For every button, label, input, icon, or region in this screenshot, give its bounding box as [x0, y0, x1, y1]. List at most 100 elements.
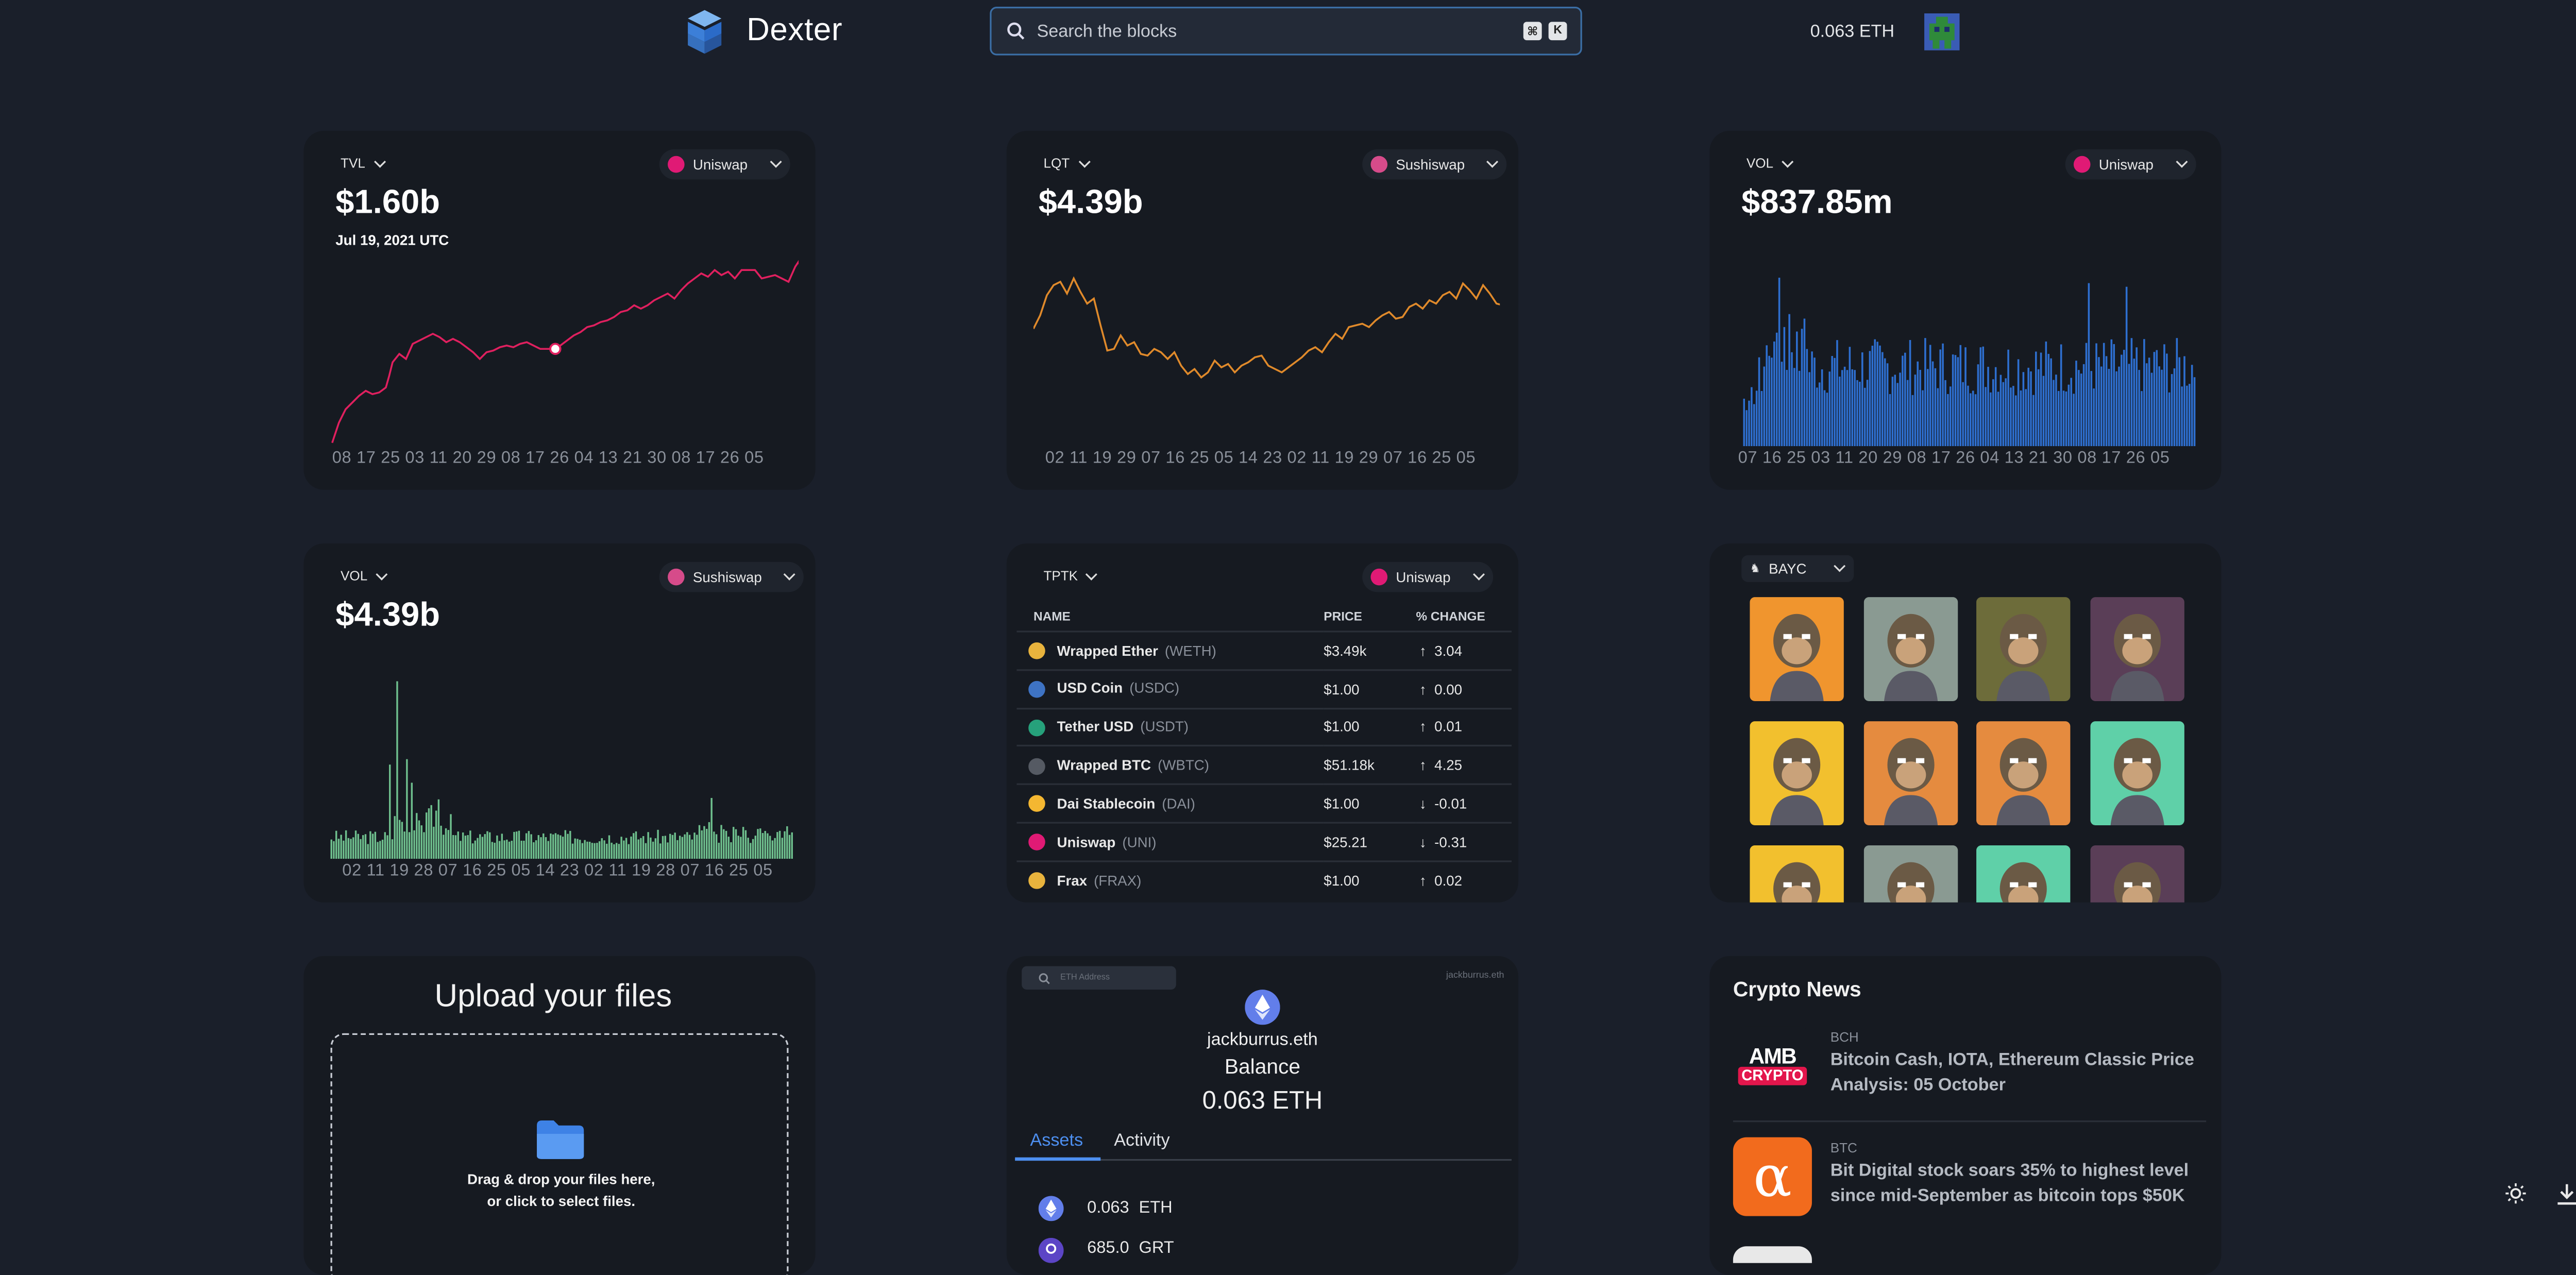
search-bar[interactable]: Search the blocks ⌘ K [990, 7, 1582, 56]
volume-bar [557, 834, 559, 859]
uniswap-icon [1370, 568, 1388, 586]
lqt-selector[interactable]: LQT [1043, 155, 1090, 171]
volume-bar [562, 837, 564, 859]
vol-sushiswap-bar-chart[interactable] [330, 677, 794, 859]
vol-sushiswap-selector[interactable]: VOL [341, 568, 388, 584]
nft-thumbnail[interactable] [1750, 845, 1844, 903]
volume-bar [384, 832, 386, 859]
theme-toggle-sun-icon[interactable] [2505, 1182, 2527, 1204]
token-row[interactable]: Wrapped Ether (WETH) $3.49k ↑ 3.04 [1016, 631, 1512, 670]
tvl-date: Jul 19, 2021 UTC [335, 231, 449, 248]
volume-bar [1970, 393, 1972, 447]
volume-bar [781, 838, 784, 859]
vol-sushiswap-dex-dropdown[interactable]: Sushiswap [659, 562, 804, 592]
col-name: NAME [1033, 608, 1071, 624]
change-arrow-icon: ↑ [1419, 757, 1427, 774]
tptk-selector[interactable]: TPTK [1043, 568, 1098, 584]
nft-thumbnail[interactable] [1750, 597, 1844, 702]
token-symbol: (FRAX) [1094, 871, 1142, 889]
token-row[interactable]: Dai Stablecoin (DAI) $1.00 ↓ -0.01 [1016, 784, 1512, 823]
volume-bar [2062, 390, 2065, 447]
dexter-logo-icon[interactable] [686, 10, 723, 54]
token-row[interactable]: USD Coin (USDC) $1.00 ↑ 0.00 [1016, 669, 1512, 708]
asset-row-eth[interactable]: 0.063 ETH [1087, 1199, 1172, 1218]
nft-thumbnail[interactable] [2089, 721, 2184, 825]
nft-thumbnail[interactable] [1976, 721, 2071, 825]
asset-row-grt[interactable]: 685.0 GRT [1087, 1239, 1174, 1258]
lqt-dex-dropdown[interactable]: Sushiswap [1362, 149, 1507, 180]
token-row[interactable]: Wrapped BTC (WBTC) $51.18k ↑ 4.25 [1016, 745, 1512, 785]
nft-thumbnail[interactable] [1976, 845, 2071, 903]
volume-bar [457, 831, 459, 859]
brand-name[interactable]: Dexter [747, 13, 842, 50]
tvl-line-chart[interactable] [329, 255, 799, 453]
nft-thumbnail[interactable] [1976, 597, 2071, 702]
tvl-dex-dropdown[interactable]: Uniswap [659, 149, 790, 180]
tptk-dex-dropdown[interactable]: Uniswap [1362, 562, 1493, 592]
token-price: $51.18k [1324, 745, 1416, 785]
volume-bar [706, 828, 708, 859]
volume-bar [2055, 375, 2057, 447]
volume-bar [488, 832, 491, 859]
volume-bar [2105, 356, 2108, 447]
news-item[interactable]: α BTC Bit Digital stock soars 35% to hig… [1733, 1137, 2206, 1231]
volume-bar [2030, 371, 2032, 447]
volume-bar [674, 832, 676, 859]
token-icon [1028, 642, 1045, 660]
address-search-input[interactable]: ETH Address [1022, 966, 1176, 990]
nft-thumbnail[interactable] [1863, 721, 1957, 825]
volume-bar [513, 831, 515, 859]
volume-bar [1795, 331, 1798, 447]
tvl-selector[interactable]: TVL [341, 155, 386, 171]
token-name: Wrapped BTC [1057, 756, 1151, 773]
volume-bar [2032, 395, 2035, 447]
file-dropzone[interactable]: Drag & drop your files here, or click to… [330, 1033, 789, 1275]
token-row[interactable]: Uniswap (UNI) $25.21 ↓ -0.31 [1016, 822, 1512, 861]
volume-bar [403, 831, 405, 859]
nft-thumbnail[interactable] [1750, 721, 1844, 825]
vol-uniswap-value: $837.85m [1741, 184, 1893, 222]
volume-bar [2022, 372, 2025, 447]
volume-bar [443, 835, 445, 859]
tab-activity[interactable]: Activity [1114, 1131, 1170, 1151]
volume-bar [345, 830, 347, 859]
download-icon[interactable] [2555, 1182, 2576, 1206]
nft-thumbnail[interactable] [1863, 597, 1957, 702]
volume-bar [477, 838, 479, 859]
volume-bar [418, 820, 420, 859]
volume-bar [642, 836, 645, 859]
token-change: ↓ -0.31 [1416, 822, 1512, 861]
volume-bar [740, 837, 742, 859]
volume-bar [2143, 339, 2145, 447]
nft-thumbnail[interactable] [1863, 845, 1957, 903]
volume-bar [669, 834, 671, 859]
header-balance: 0.063 ETH [1810, 22, 1895, 42]
volume-bar [723, 829, 725, 859]
volume-bar [1949, 386, 1952, 447]
volume-bar [1760, 391, 1763, 447]
lqt-line-chart[interactable] [1033, 262, 1500, 396]
token-row[interactable]: Tether USD (USDT) $1.00 ↑ 0.01 [1016, 707, 1512, 746]
volume-bar [2168, 392, 2171, 447]
tab-assets[interactable]: Assets [1030, 1131, 1083, 1151]
token-symbol: (UNI) [1122, 832, 1157, 850]
volume-bar [2133, 359, 2136, 447]
volume-bar [1964, 347, 1967, 447]
volume-bar [2178, 357, 2181, 447]
nft-thumbnail[interactable] [2089, 597, 2184, 702]
vol-uniswap-dex-dropdown[interactable]: Uniswap [2065, 149, 2196, 180]
volume-bar [1766, 345, 1768, 447]
volume-bar [452, 835, 454, 859]
volume-bar [440, 825, 442, 859]
volume-bar [416, 813, 418, 859]
token-row[interactable]: Frax (FRAX) $1.00 ↑ 0.02 [1016, 860, 1512, 899]
volume-bar [588, 841, 591, 859]
avatar[interactable] [1924, 13, 1960, 50]
vol-uniswap-selector[interactable]: VOL [1747, 155, 1794, 171]
news-item[interactable]: AMB CRYPTO BCH Bitcoin Cash, IOTA, Ether… [1733, 1026, 2206, 1120]
vol-uniswap-bar-chart[interactable] [1743, 265, 2196, 447]
volume-bar [1806, 349, 1808, 447]
nft-thumbnail[interactable] [2089, 845, 2184, 903]
nft-collection-dropdown[interactable]: ♞ BAYC [1741, 555, 1854, 582]
volume-bar [637, 839, 639, 859]
